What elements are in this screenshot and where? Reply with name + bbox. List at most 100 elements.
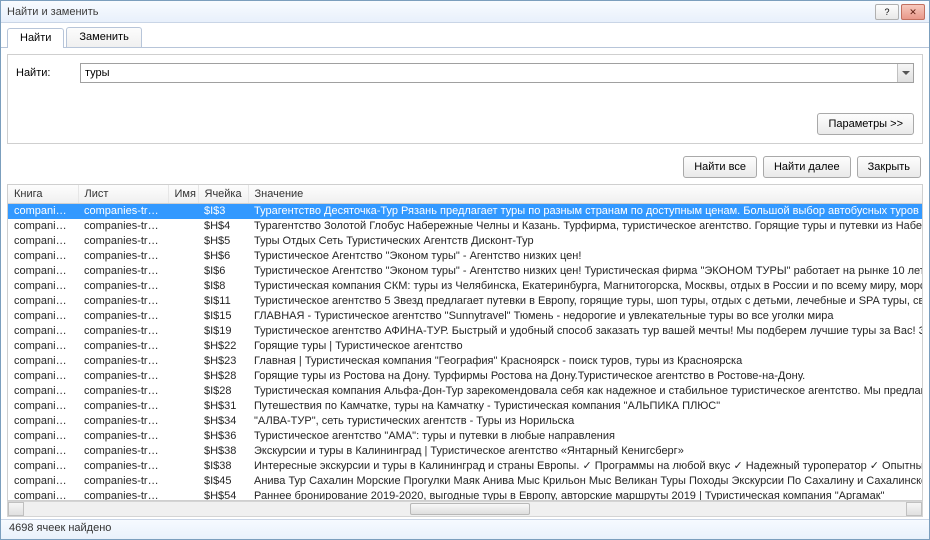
cell-book: companies... (8, 203, 78, 219)
table-row[interactable]: companies...companies-trav...$H$28Горящи… (8, 369, 923, 384)
scroll-thumb[interactable] (410, 503, 530, 515)
cell-book: companies... (8, 354, 78, 369)
params-button[interactable]: Параметры >> (817, 113, 914, 135)
table-row[interactable]: companies...companies-trav...$I$15ГЛАВНА… (8, 309, 923, 324)
close-button[interactable]: Закрыть (857, 156, 921, 178)
cell-name (168, 203, 198, 219)
cell-name (168, 294, 198, 309)
window-title: Найти и заменить (5, 6, 875, 18)
status-bar: 4698 ячеек найдено (1, 519, 929, 539)
cell-name (168, 429, 198, 444)
col-header-sheet[interactable]: Лист (78, 185, 168, 203)
table-row[interactable]: companies...companies-trav...$I$38Интере… (8, 459, 923, 474)
cell-cell: $I$11 (198, 294, 248, 309)
table-row[interactable]: companies...companies-trav...$H$5Туры От… (8, 234, 923, 249)
cell-value: "АЛВА-ТУР", сеть туристических агентств … (248, 414, 923, 429)
cell-value: Турагентство Десяточка-Тур Рязань предла… (248, 203, 923, 219)
find-dropdown-button[interactable] (897, 64, 913, 82)
cell-sheet: companies-trav... (78, 264, 168, 279)
col-header-name[interactable]: Имя (168, 185, 198, 203)
cell-value: ГЛАВНАЯ - Туристическое агентство "Sunny… (248, 309, 923, 324)
results-grid[interactable]: Книга Лист Имя Ячейка Значение companies… (7, 184, 923, 501)
cell-name (168, 474, 198, 489)
find-combo[interactable] (80, 63, 914, 83)
scroll-right-arrow[interactable] (906, 502, 922, 516)
cell-sheet: companies-trav... (78, 429, 168, 444)
cell-sheet: companies-trav... (78, 474, 168, 489)
cell-book: companies... (8, 429, 78, 444)
table-row[interactable]: companies...companies-trav...$I$11Турист… (8, 294, 923, 309)
table-row[interactable]: companies...companies-trav...$I$28Турист… (8, 384, 923, 399)
cell-name (168, 324, 198, 339)
cell-value: Туристическая компания Альфа-Дон-Тур зар… (248, 384, 923, 399)
cell-cell: $I$8 (198, 279, 248, 294)
cell-name (168, 249, 198, 264)
find-label: Найти: (16, 67, 72, 79)
cell-name (168, 234, 198, 249)
cell-name (168, 414, 198, 429)
table-row[interactable]: companies...companies-trav...$I$6Туристи… (8, 264, 923, 279)
table-row[interactable]: companies...companies-trav...$I$8Туристи… (8, 279, 923, 294)
cell-name (168, 444, 198, 459)
cell-value: Экскурсии и туры в Калининград | Туристи… (248, 444, 923, 459)
cell-sheet: companies-trav... (78, 203, 168, 219)
grid-header-row: Книга Лист Имя Ячейка Значение (8, 185, 923, 203)
find-input[interactable] (81, 64, 897, 82)
cell-value: Туристическое Агентство "Эконом туры" - … (248, 264, 923, 279)
title-bar: Найти и заменить ? ✕ (1, 1, 929, 23)
window-controls: ? ✕ (875, 4, 925, 20)
cell-cell: $H$4 (198, 219, 248, 234)
table-row[interactable]: companies...companies-trav...$I$45Анива … (8, 474, 923, 489)
find-next-button[interactable]: Найти далее (763, 156, 851, 178)
cell-name (168, 279, 198, 294)
table-row[interactable]: companies...companies-trav...$H$54Раннее… (8, 489, 923, 502)
cell-sheet: companies-trav... (78, 324, 168, 339)
cell-cell: $I$3 (198, 203, 248, 219)
cell-name (168, 489, 198, 502)
col-header-value[interactable]: Значение (248, 185, 923, 203)
table-row[interactable]: companies...companies-trav... $H$4Тураген… (8, 219, 923, 234)
table-row[interactable]: companies...companies-trav...$H$34"АЛВА-… (8, 414, 923, 429)
cell-book: companies... (8, 489, 78, 502)
table-row[interactable]: companies...companies-trav...$H$6Туристи… (8, 249, 923, 264)
table-row[interactable]: companies...companies-trav...$H$22Горящи… (8, 339, 923, 354)
action-buttons: Найти все Найти далее Закрыть (1, 150, 929, 184)
scroll-left-arrow[interactable] (8, 502, 24, 516)
cell-sheet: companies-trav... (78, 339, 168, 354)
tab-find[interactable]: Найти (7, 28, 64, 48)
table-row[interactable]: companies...companies-trav... $H$36Турист… (8, 429, 923, 444)
table-row[interactable]: companies...companies-trav...$H$31Путеше… (8, 399, 923, 414)
horizontal-scrollbar[interactable] (7, 501, 923, 517)
search-row: Найти: (16, 63, 914, 83)
table-row[interactable]: companies...companies-trav... $I$3Тураген… (8, 203, 923, 219)
tab-strip: Найти Заменить (1, 23, 929, 48)
tab-replace[interactable]: Заменить (66, 27, 141, 47)
cell-value: Туристическое агентство "АМА": туры и пу… (248, 429, 923, 444)
cell-value: Главная | Туристическая компания "Геогра… (248, 354, 923, 369)
cell-cell: $H$34 (198, 414, 248, 429)
cell-sheet: companies-trav... (78, 219, 168, 234)
cell-value: Турагентство Золотой Глобус Набережные Ч… (248, 219, 923, 234)
search-panel: Найти: Параметры >> (7, 54, 923, 144)
table-row[interactable]: companies...companies-trav...$H$38Экскур… (8, 444, 923, 459)
col-header-cell[interactable]: Ячейка (198, 185, 248, 203)
cell-cell: $H$36 (198, 429, 248, 444)
cell-cell: $H$31 (198, 399, 248, 414)
cell-name (168, 354, 198, 369)
cell-value: Туристическое Агентство "Эконом туры" - … (248, 249, 923, 264)
cell-book: companies... (8, 294, 78, 309)
cell-value: Туры Отдых Сеть Туристических Агентств Д… (248, 234, 923, 249)
find-all-button[interactable]: Найти все (683, 156, 757, 178)
cell-book: companies... (8, 459, 78, 474)
cell-value: Раннее бронирование 2019-2020, выгодные … (248, 489, 923, 502)
cell-sheet: companies-trav... (78, 414, 168, 429)
table-row[interactable]: companies...companies-trav...$I$19Турист… (8, 324, 923, 339)
cell-cell: $H$6 (198, 249, 248, 264)
help-button[interactable]: ? (875, 4, 899, 20)
cell-cell: $I$6 (198, 264, 248, 279)
close-window-button[interactable]: ✕ (901, 4, 925, 20)
table-row[interactable]: companies...companies-trav...$H$23Главна… (8, 354, 923, 369)
cell-value: Туристическая компания СКМ: туры из Челя… (248, 279, 923, 294)
col-header-book[interactable]: Книга (8, 185, 78, 203)
cell-book: companies... (8, 219, 78, 234)
